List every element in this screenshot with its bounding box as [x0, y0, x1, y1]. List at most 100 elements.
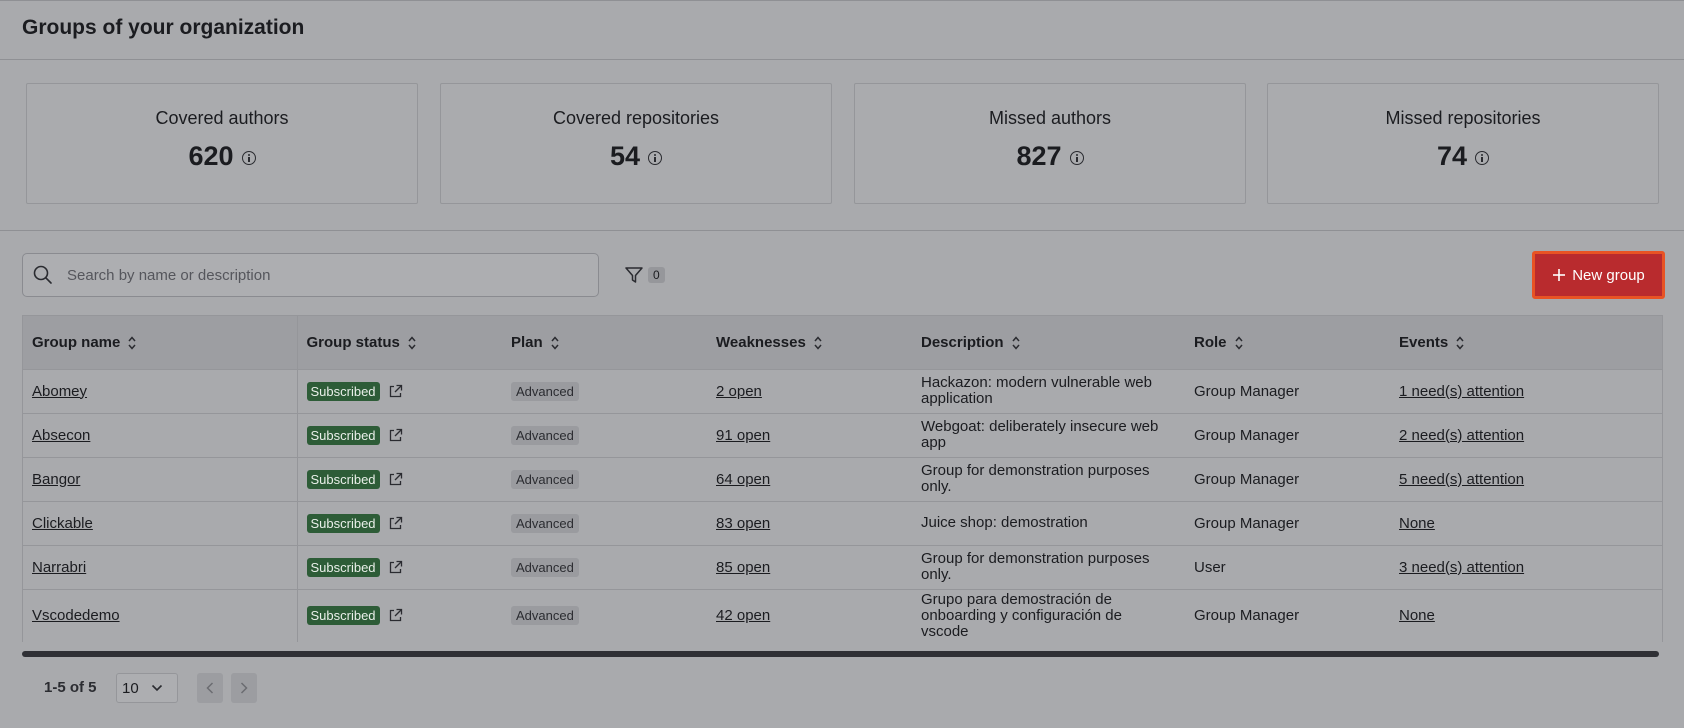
- status-badge: Subscribed: [306, 557, 380, 577]
- search-box[interactable]: [22, 253, 599, 297]
- pagination-range: 1-5 of 5: [44, 679, 97, 696]
- group-name-link[interactable]: Abomey: [32, 383, 87, 400]
- group-role: Group Manager: [1194, 470, 1300, 488]
- column-header-group-status[interactable]: Group status: [297, 316, 502, 369]
- stat-value: 827: [1016, 141, 1062, 171]
- page-size-value: 10: [122, 679, 139, 697]
- plan-badge: Advanced: [511, 381, 579, 401]
- sort-icon[interactable]: [128, 336, 136, 350]
- external-link-icon[interactable]: [388, 472, 403, 487]
- previous-page-button[interactable]: [197, 673, 223, 703]
- table-row[interactable]: Clickable Subscribed Advanced 83 open Ju…: [23, 501, 1662, 545]
- chevron-down-icon: [151, 684, 162, 692]
- search-icon: [33, 265, 52, 284]
- weaknesses-link[interactable]: 83 open: [716, 515, 770, 532]
- table-row[interactable]: Narrabri Subscribed Advanced 85 open Gro…: [23, 545, 1662, 589]
- column-header-description[interactable]: Description: [912, 316, 1185, 369]
- new-group-label: New group: [1572, 266, 1645, 284]
- group-description: Grupo para demostración de onboarding y …: [921, 590, 1122, 640]
- events-link[interactable]: None: [1399, 607, 1435, 624]
- external-link-icon[interactable]: [388, 384, 403, 399]
- group-role: Group Manager: [1194, 426, 1300, 444]
- plan-badge: Advanced: [511, 606, 579, 626]
- group-description: Group for demonstration purposes only.: [921, 462, 1150, 495]
- sort-icon[interactable]: [1456, 336, 1464, 350]
- groups-table: Group name Group status Plan Weaknesses …: [22, 315, 1663, 642]
- next-page-button[interactable]: [231, 673, 257, 703]
- table-row[interactable]: Bangor Subscribed Advanced 64 open Group…: [23, 457, 1662, 501]
- table-row[interactable]: Absecon Subscribed Advanced 91 open Webg…: [23, 413, 1662, 457]
- external-link-icon[interactable]: [388, 428, 403, 443]
- stat-value: 54: [609, 141, 641, 171]
- info-icon[interactable]: [648, 150, 663, 165]
- group-description: Webgoat: deliberately insecure web app: [921, 418, 1159, 451]
- table-row[interactable]: Abomey Subscribed Advanced 2 open Hackaz…: [23, 369, 1662, 413]
- events-link[interactable]: 2 need(s) attention: [1399, 427, 1524, 444]
- info-icon[interactable]: [241, 150, 256, 165]
- external-link-icon[interactable]: [388, 516, 403, 531]
- group-name-link[interactable]: Narrabri: [32, 559, 86, 576]
- column-header-events[interactable]: Events: [1390, 316, 1662, 369]
- status-badge: Subscribed: [306, 606, 380, 626]
- group-name-link[interactable]: Clickable: [32, 515, 93, 532]
- column-header-weaknesses[interactable]: Weaknesses: [707, 316, 912, 369]
- info-icon[interactable]: [1475, 150, 1490, 165]
- column-header-role[interactable]: Role: [1185, 316, 1390, 369]
- chevron-right-icon: [240, 682, 248, 694]
- weaknesses-link[interactable]: 42 open: [716, 607, 770, 624]
- status-badge: Subscribed: [306, 469, 380, 489]
- stat-label: Missed authors: [988, 108, 1112, 128]
- group-description: Juice shop: demostration: [921, 514, 1088, 531]
- horizontal-scrollbar[interactable]: [22, 651, 1659, 657]
- group-name-link[interactable]: Absecon: [32, 427, 90, 444]
- external-link-icon[interactable]: [388, 560, 403, 575]
- search-input[interactable]: [67, 262, 587, 288]
- group-name-link[interactable]: Bangor: [32, 471, 80, 488]
- filter-icon: [625, 267, 643, 283]
- plan-badge: Advanced: [511, 513, 579, 533]
- table-header-row: Group name Group status Plan Weaknesses …: [23, 316, 1662, 369]
- new-group-button[interactable]: New group: [1532, 251, 1665, 299]
- stat-label: Covered authors: [155, 108, 289, 128]
- stat-card-covered-authors: Covered authors 620: [26, 83, 418, 204]
- chevron-left-icon: [206, 682, 214, 694]
- external-link-icon[interactable]: [388, 608, 403, 623]
- events-link[interactable]: None: [1399, 515, 1435, 532]
- weaknesses-link[interactable]: 91 open: [716, 427, 770, 444]
- group-role: Group Manager: [1194, 382, 1300, 400]
- sort-icon[interactable]: [408, 336, 416, 350]
- group-name-link[interactable]: Vscodedemo: [32, 607, 120, 624]
- column-header-group-name[interactable]: Group name: [23, 316, 298, 369]
- info-icon[interactable]: [1069, 150, 1084, 165]
- plan-badge: Advanced: [511, 557, 579, 577]
- events-link[interactable]: 5 need(s) attention: [1399, 471, 1524, 488]
- table-row[interactable]: Vscodedemo Subscribed Advanced 42 open G…: [23, 589, 1662, 642]
- group-description: Hackazon: modern vulnerable web applicat…: [921, 374, 1152, 407]
- events-link[interactable]: 3 need(s) attention: [1399, 559, 1524, 576]
- status-badge: Subscribed: [306, 381, 380, 401]
- group-description: Group for demonstration purposes only.: [921, 550, 1150, 583]
- events-link[interactable]: 1 need(s) attention: [1399, 383, 1524, 400]
- page-size-select[interactable]: 10: [116, 673, 178, 703]
- stat-label: Covered repositories: [552, 108, 720, 128]
- sort-icon[interactable]: [1234, 336, 1243, 350]
- stat-label: Missed repositories: [1385, 108, 1541, 128]
- weaknesses-link[interactable]: 64 open: [716, 471, 770, 488]
- plan-badge: Advanced: [511, 425, 579, 445]
- status-badge: Subscribed: [306, 513, 380, 533]
- column-header-plan[interactable]: Plan: [502, 316, 707, 369]
- plan-badge: Advanced: [511, 469, 579, 489]
- page-title: Groups of your organization: [22, 16, 305, 39]
- stat-value: 74: [1436, 141, 1468, 171]
- page-header: Groups of your organization: [0, 0, 1684, 60]
- filter-count-badge: 0: [648, 267, 665, 283]
- weaknesses-link[interactable]: 2 open: [716, 383, 762, 400]
- sort-icon[interactable]: [814, 336, 822, 350]
- stat-card-missed-repositories: Missed repositories 74: [1267, 83, 1659, 204]
- stat-card-covered-repositories: Covered repositories 54: [440, 83, 832, 204]
- weaknesses-link[interactable]: 85 open: [716, 559, 770, 576]
- stat-card-missed-authors: Missed authors 827: [854, 83, 1246, 204]
- sort-icon[interactable]: [551, 336, 559, 350]
- sort-icon[interactable]: [1011, 336, 1020, 350]
- filter-button[interactable]: 0: [624, 264, 665, 286]
